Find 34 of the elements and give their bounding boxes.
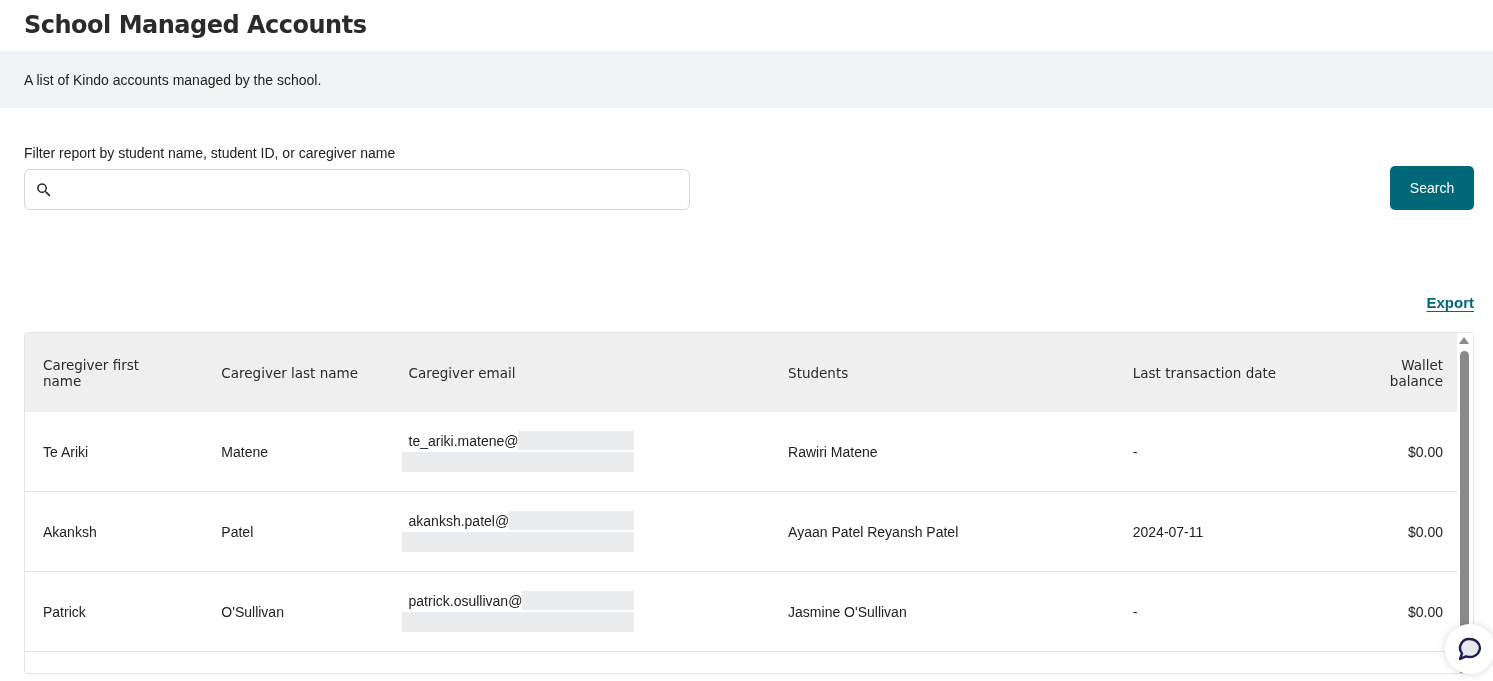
scroll-up-arrow-icon[interactable] <box>1459 337 1469 344</box>
table-cell: Ayaan Patel Reyansh Patel <box>788 523 959 540</box>
email-text: te_ariki.matene@ <box>407 432 519 449</box>
filter-label: Filter report by student name, student ID, or caregiver name <box>24 145 397 161</box>
table-cell: Rawiri Matene <box>788 443 878 460</box>
search-button[interactable]: Search <box>1390 166 1474 210</box>
chat-bubble-icon <box>1457 636 1483 662</box>
email-text: patrick.osullivan@ <box>407 592 523 609</box>
table-cell: $0.00 <box>1407 523 1443 540</box>
table-cell: Matene <box>221 443 269 460</box>
table-cell: Patrick <box>43 603 86 620</box>
table-cell: $0.00 <box>1407 443 1443 460</box>
table-cell: Te Ariki <box>43 443 89 460</box>
column-header: Caregiver email <box>408 364 516 381</box>
email-text: akanksh.patel@ <box>407 512 510 529</box>
table-cell: O'Sullivan <box>221 603 284 620</box>
table-cell: $0.00 <box>1407 603 1443 620</box>
chat-button[interactable] <box>1445 624 1493 674</box>
search-icon <box>35 180 53 199</box>
table-cell: Patel <box>221 523 254 540</box>
table-cell: - <box>1132 603 1138 620</box>
column-header: Wallet balance <box>1388 356 1443 389</box>
table-cell: Jasmine O'Sullivan <box>788 603 907 620</box>
page-title: School Managed Accounts <box>24 11 367 39</box>
table-cell: - <box>1132 443 1138 460</box>
table-cell: 2024-07-11 <box>1132 523 1204 540</box>
column-header: Caregiver first name <box>43 356 141 389</box>
column-header: Last transaction date <box>1132 364 1277 381</box>
export-link[interactable]: Export <box>1426 294 1474 311</box>
search-field[interactable] <box>24 169 690 210</box>
column-header: Caregiver last name <box>221 364 358 381</box>
column-header: Students <box>788 364 849 381</box>
table-cell: Akanksh <box>43 523 97 540</box>
page-description: A list of Kindo accounts managed by the school. <box>24 71 322 88</box>
